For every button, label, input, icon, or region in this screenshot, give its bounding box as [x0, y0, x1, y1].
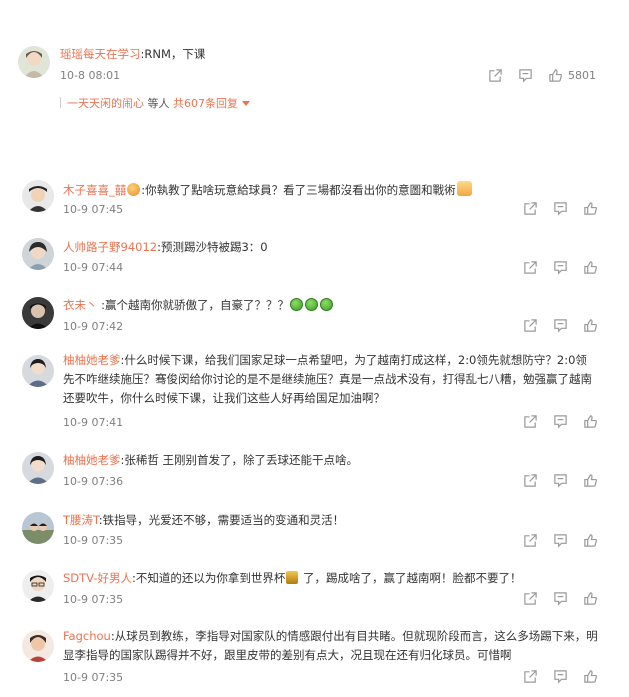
thumbs-up-icon[interactable] [581, 316, 599, 334]
comment-icon[interactable] [516, 66, 534, 84]
comment-text: :RNM，下课 [140, 47, 206, 61]
replies-mid-text: 等人 [144, 97, 173, 110]
comment-text: :铁指导，光爱还不够，需要适当的变通和灵活！ [98, 513, 345, 527]
comment-actions [521, 531, 599, 549]
username[interactable]: Fagchou [63, 629, 111, 643]
avatar[interactable] [22, 570, 54, 602]
comment-line: SDTV-好男人:不知道的还以为你拿到世界杯 了，踢成啥了，赢了越南啊！脸都不要… [63, 571, 522, 585]
avatar[interactable] [22, 630, 54, 662]
avatar[interactable] [22, 452, 54, 484]
share-icon[interactable] [521, 258, 539, 276]
comment-actions: 5801 [486, 66, 596, 84]
timestamp: 10-9 07:45 [63, 203, 124, 216]
comment-icon[interactable] [551, 471, 569, 489]
emoji-icon [290, 298, 304, 311]
comment-icon[interactable] [551, 258, 569, 276]
chevron-down-icon[interactable] [242, 101, 250, 106]
username[interactable]: 人帅路子野94012 [63, 240, 157, 254]
share-icon[interactable] [521, 199, 539, 217]
comment-actions [521, 589, 599, 607]
timestamp: 10-9 07:35 [63, 534, 124, 547]
thumbs-up-icon[interactable] [581, 412, 599, 430]
comment-text: :你執教了點啥玩意給球員？看了三場都沒看出你的意圖和戰術 [141, 183, 456, 197]
comment-line: T腰涛T:铁指导，光爱还不够，需要适当的变通和灵活！ [63, 513, 344, 527]
comment-actions [521, 316, 599, 334]
view-all-replies-link[interactable]: 共607条回复 [173, 97, 238, 110]
thumbs-up-icon[interactable] [546, 66, 564, 84]
replies-summary: 一天天闲的闹心 等人 共607条回复 [60, 95, 250, 111]
comment-paragraph: Fagchou:从球员到教练，李指导对国家队的情感跟付出有目共睹。但就现阶段而言… [63, 627, 603, 665]
comment-icon[interactable] [551, 316, 569, 334]
comment-actions [521, 412, 599, 430]
thumbs-up-icon[interactable] [581, 258, 599, 276]
avatar[interactable] [22, 355, 54, 387]
share-icon[interactable] [486, 66, 504, 84]
timestamp: 10-8 08:01 [60, 69, 121, 82]
username[interactable]: 瑶瑶每天在学习 [60, 47, 141, 61]
timestamp: 10-9 07:41 [63, 416, 124, 429]
timestamp: 10-9 07:42 [63, 320, 124, 333]
username[interactable]: 衣未丶 [63, 298, 98, 312]
thumbs-up-emoji-icon [456, 181, 472, 196]
divider [60, 97, 61, 108]
share-icon[interactable] [521, 412, 539, 430]
like-count: 5801 [568, 68, 596, 82]
comment-text: :不知道的还以为你拿到世界杯 [132, 571, 286, 585]
timestamp: 10-9 07:44 [63, 261, 124, 274]
trophy-emoji-icon [286, 571, 299, 584]
avatar[interactable] [22, 238, 54, 270]
comment-icon[interactable] [551, 589, 569, 607]
share-icon[interactable] [521, 471, 539, 489]
username[interactable]: T腰涛T [63, 513, 99, 527]
comment-text: :什么时候下课，给我们国家足球一点希望吧，为了越南打成这样，2:0领先就想防守？… [63, 353, 592, 405]
share-icon[interactable] [521, 531, 539, 549]
username[interactable]: 柚柚她老爹 [63, 353, 121, 367]
comment-text: :张稀哲 王刚别首发了，除了丢球还能干点啥。 [120, 453, 359, 467]
reply-username[interactable]: 一天天闲的闹心 [67, 97, 144, 110]
comment-actions [521, 667, 599, 685]
username[interactable]: 木子喜喜_囍 [63, 183, 126, 197]
comment-text: :预测踢沙特被踢3：0 [157, 240, 268, 254]
avatar[interactable] [22, 512, 54, 544]
thumbs-up-icon[interactable] [581, 471, 599, 489]
comment-text-continued: 了，踢成啥了，赢了越南啊！脸都不要了！ [299, 571, 522, 585]
thumbs-up-icon[interactable] [581, 589, 599, 607]
emoji-icon [305, 298, 319, 311]
comment-icon[interactable] [551, 667, 569, 685]
comment-text: :赢个越南你就骄傲了，自豪了？？？ [97, 298, 290, 312]
emoji-icon [127, 183, 141, 196]
timestamp: 10-9 07:35 [63, 671, 124, 684]
comment-actions [521, 199, 599, 217]
comment-line: 衣未丶 :赢个越南你就骄傲了，自豪了？？？ [63, 298, 334, 312]
timestamp: 10-9 07:35 [63, 593, 124, 606]
comment-icon[interactable] [551, 531, 569, 549]
timestamp: 10-9 07:36 [63, 475, 124, 488]
comment-icon[interactable] [551, 199, 569, 217]
share-icon[interactable] [521, 589, 539, 607]
comment-actions [521, 258, 599, 276]
comment-text: :从球员到教练，李指导对国家队的情感跟付出有目共睹。但就现阶段而言，这么多场踢下… [63, 629, 598, 662]
username[interactable]: 柚柚她老爹 [63, 453, 121, 467]
thumbs-up-icon[interactable] [581, 531, 599, 549]
comment-line: 人帅路子野94012:预测踢沙特被踢3：0 [63, 240, 268, 254]
username[interactable]: SDTV-好男人 [63, 571, 132, 585]
share-icon[interactable] [521, 667, 539, 685]
top-comment-line: 瑶瑶每天在学习:RNM，下课 [60, 47, 205, 61]
avatar[interactable] [22, 297, 54, 329]
share-icon[interactable] [521, 316, 539, 334]
comment-line: 柚柚她老爹:张稀哲 王刚别首发了，除了丢球还能干点啥。 [63, 453, 358, 467]
comment-icon[interactable] [551, 412, 569, 430]
comment-line: 木子喜喜_囍 :你執教了點啥玩意給球員？看了三場都沒看出你的意圖和戰術 [63, 181, 473, 197]
avatar[interactable] [18, 46, 50, 78]
emoji-icon [320, 298, 334, 311]
thumbs-up-icon[interactable] [581, 199, 599, 217]
comment-paragraph: 柚柚她老爹:什么时候下课，给我们国家足球一点希望吧，为了越南打成这样，2:0领先… [63, 351, 598, 408]
avatar[interactable] [22, 180, 54, 212]
comment-actions [521, 471, 599, 489]
thumbs-up-icon[interactable] [581, 667, 599, 685]
